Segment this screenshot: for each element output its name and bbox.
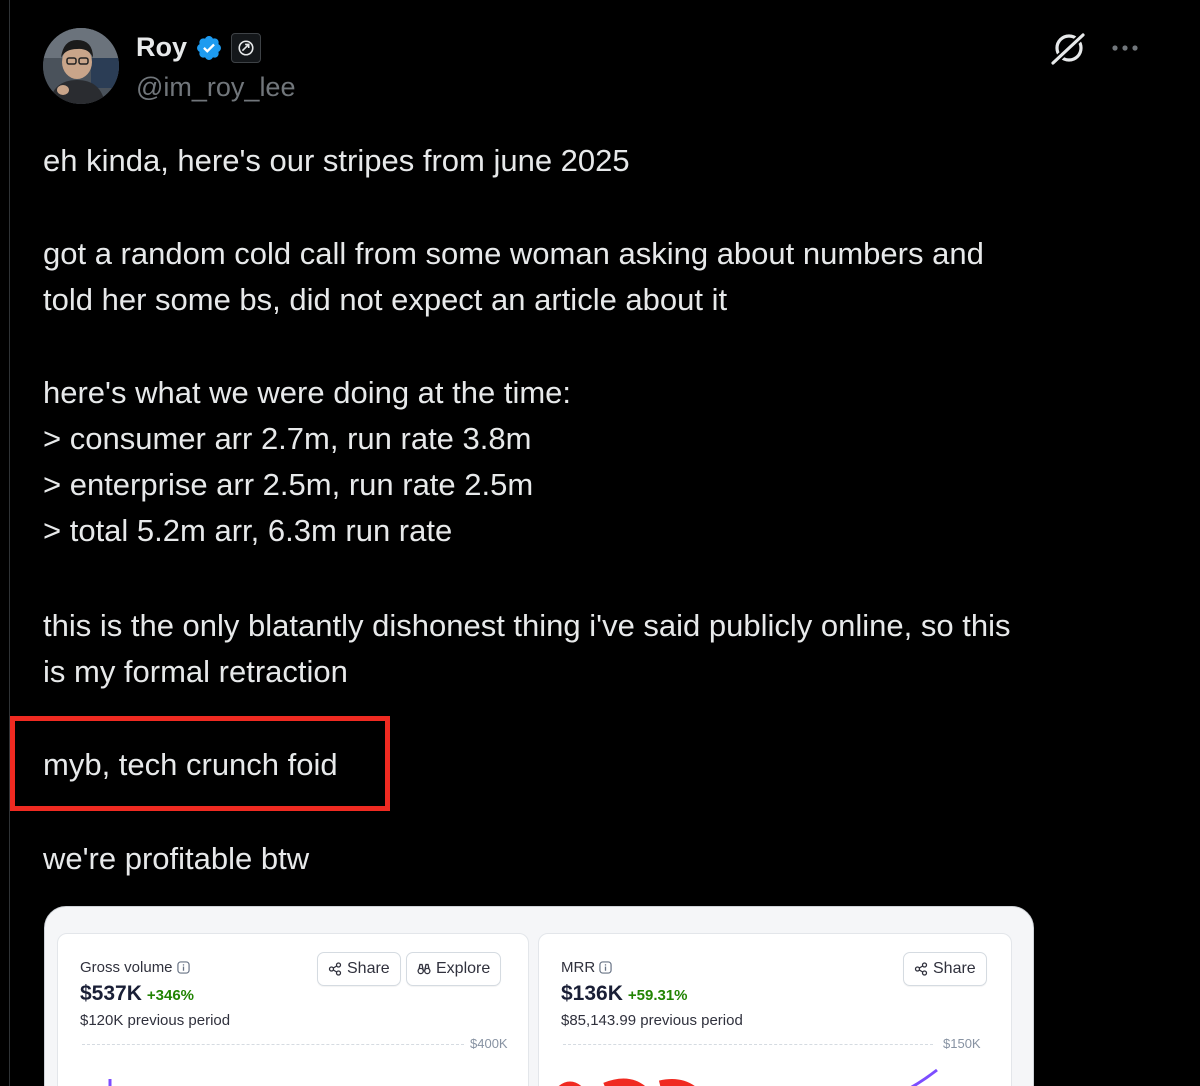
user-handle[interactable]: @im_roy_lee	[136, 72, 295, 103]
tweet-paragraph: this is the only blatantly dishonest thi…	[43, 603, 1010, 695]
grok-icon[interactable]	[1048, 28, 1088, 68]
avatar-photo-icon	[43, 28, 119, 104]
tweet-paragraph: got a random cold call from some woman a…	[43, 231, 984, 323]
verified-badge-icon[interactable]	[195, 34, 223, 62]
red-highlight-box	[10, 716, 390, 811]
tweet-line: this is the only blatantly dishonest thi…	[43, 608, 1011, 643]
tweet-container: Roy @im_roy_lee eh kinda, here's our str…	[0, 0, 1200, 1086]
tweet-line: eh kinda, here's our stripes from june 2…	[43, 143, 630, 178]
more-options-icon[interactable]	[1110, 38, 1140, 58]
annotation-scribble	[558, 1078, 695, 1086]
tweet-line: is my formal retraction	[43, 654, 348, 689]
display-name[interactable]: Roy	[136, 32, 187, 63]
thread-divider	[9, 0, 10, 1086]
author-name-row: Roy	[136, 32, 262, 63]
attached-image[interactable]: Gross volume $537K +346% $120K previous …	[44, 906, 1034, 1086]
tweet-line: we're profitable btw	[43, 841, 310, 876]
tweet-line: > total 5.2m arr, 6.3m run rate	[43, 513, 453, 548]
tweet-paragraph: we're profitable btw	[43, 836, 309, 882]
tweet-line: got a random cold call from some woman a…	[43, 236, 984, 271]
tweet-line: > enterprise arr 2.5m, run rate 2.5m	[43, 467, 534, 502]
tweet-paragraph: here's what we were doing at the time: >…	[43, 370, 571, 554]
affiliate-badge-icon[interactable]	[231, 32, 262, 63]
tweet-line: > consumer arr 2.7m, run rate 3.8m	[43, 421, 532, 456]
tweet-line: told her some bs, did not expect an arti…	[43, 282, 728, 317]
tweet-line: here's what we were doing at the time:	[43, 375, 572, 410]
tweet-paragraph: eh kinda, here's our stripes from june 2…	[43, 138, 630, 184]
avatar[interactable]	[43, 28, 119, 104]
